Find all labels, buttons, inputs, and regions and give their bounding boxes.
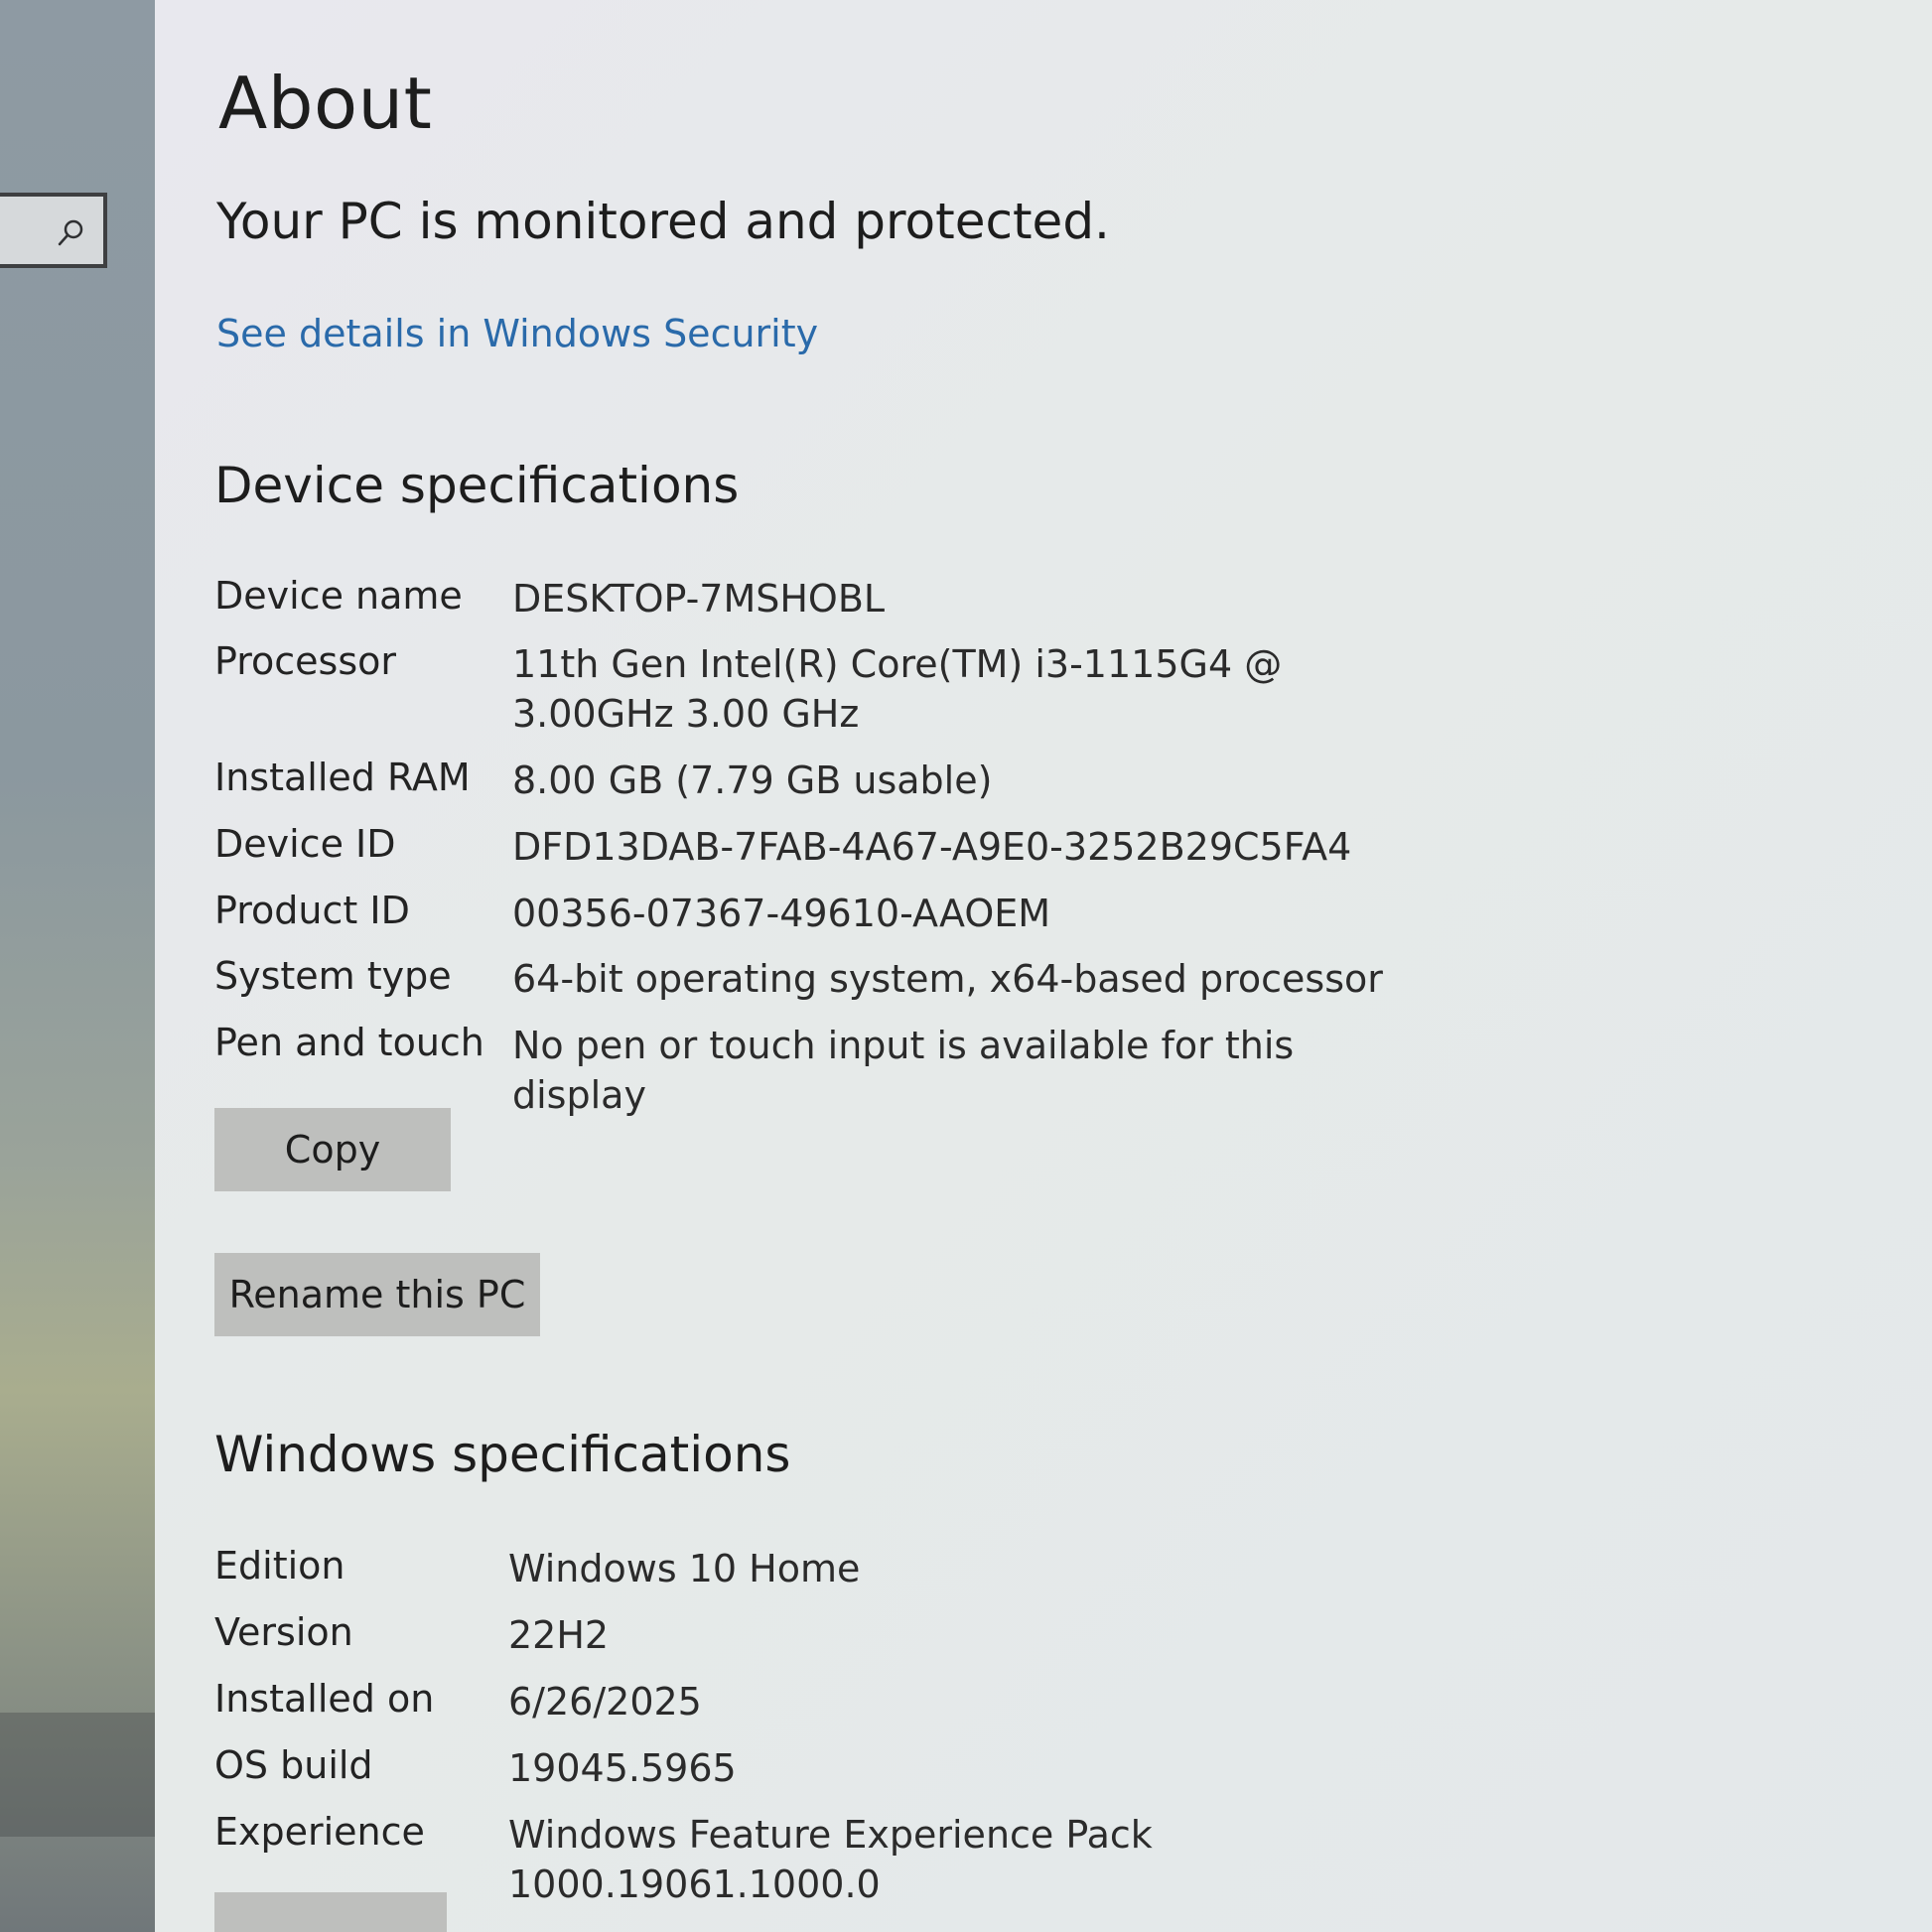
- spec-value: 8.00 GB (7.79 GB usable): [512, 759, 993, 802]
- navigation-pane: [0, 0, 155, 1932]
- spec-label: Installed RAM: [214, 756, 471, 799]
- spec-value: 11th Gen Intel(R) Core(TM) i3-1115G4 @ 3…: [512, 642, 1283, 736]
- spec-label: Version: [214, 1610, 353, 1654]
- spec-label: Experience: [214, 1810, 425, 1854]
- windows-security-link[interactable]: See details in Windows Security: [216, 312, 818, 355]
- about-content: About Your PC is monitored and protected…: [155, 0, 1932, 1932]
- spec-label: Edition: [214, 1544, 345, 1587]
- spec-value: No pen or touch input is available for t…: [512, 1024, 1295, 1117]
- rename-pc-button[interactable]: Rename this PC: [214, 1253, 540, 1336]
- spec-value: DFD13DAB-7FAB-4A67-A9E0-3252B29C5FA4: [512, 825, 1352, 869]
- spec-label: Device name: [214, 574, 463, 618]
- windows-copy-button[interactable]: [214, 1892, 447, 1932]
- spec-label: Pen and touch: [214, 1021, 484, 1064]
- spec-value: Windows 10 Home: [508, 1547, 861, 1590]
- spec-value: Windows Feature Experience Pack 1000.190…: [508, 1813, 1153, 1906]
- search-icon: [58, 219, 83, 246]
- windows-specifications-heading: Windows specifications: [214, 1426, 791, 1483]
- spec-value: 19045.5965: [508, 1746, 737, 1790]
- spec-label: System type: [214, 954, 452, 998]
- search-box[interactable]: [0, 193, 107, 268]
- spec-label: OS build: [214, 1743, 373, 1787]
- page-title: About: [218, 62, 433, 145]
- spec-label: Product ID: [214, 889, 410, 932]
- device-specifications-heading: Device specifications: [214, 457, 740, 514]
- spec-value: 00356-07367-49610-AAOEM: [512, 892, 1051, 935]
- spec-label: Processor: [214, 639, 397, 683]
- protection-status: Your PC is monitored and protected.: [216, 193, 1110, 250]
- spec-label: Device ID: [214, 822, 396, 866]
- copy-button[interactable]: Copy: [214, 1108, 451, 1191]
- spec-value: DESKTOP-7MSHOBL: [512, 577, 886, 621]
- spec-value: 6/26/2025: [508, 1680, 702, 1724]
- spec-value: 22H2: [508, 1613, 610, 1657]
- spec-label: Installed on: [214, 1677, 435, 1721]
- spec-value: 64-bit operating system, x64-based proce…: [512, 957, 1383, 1001]
